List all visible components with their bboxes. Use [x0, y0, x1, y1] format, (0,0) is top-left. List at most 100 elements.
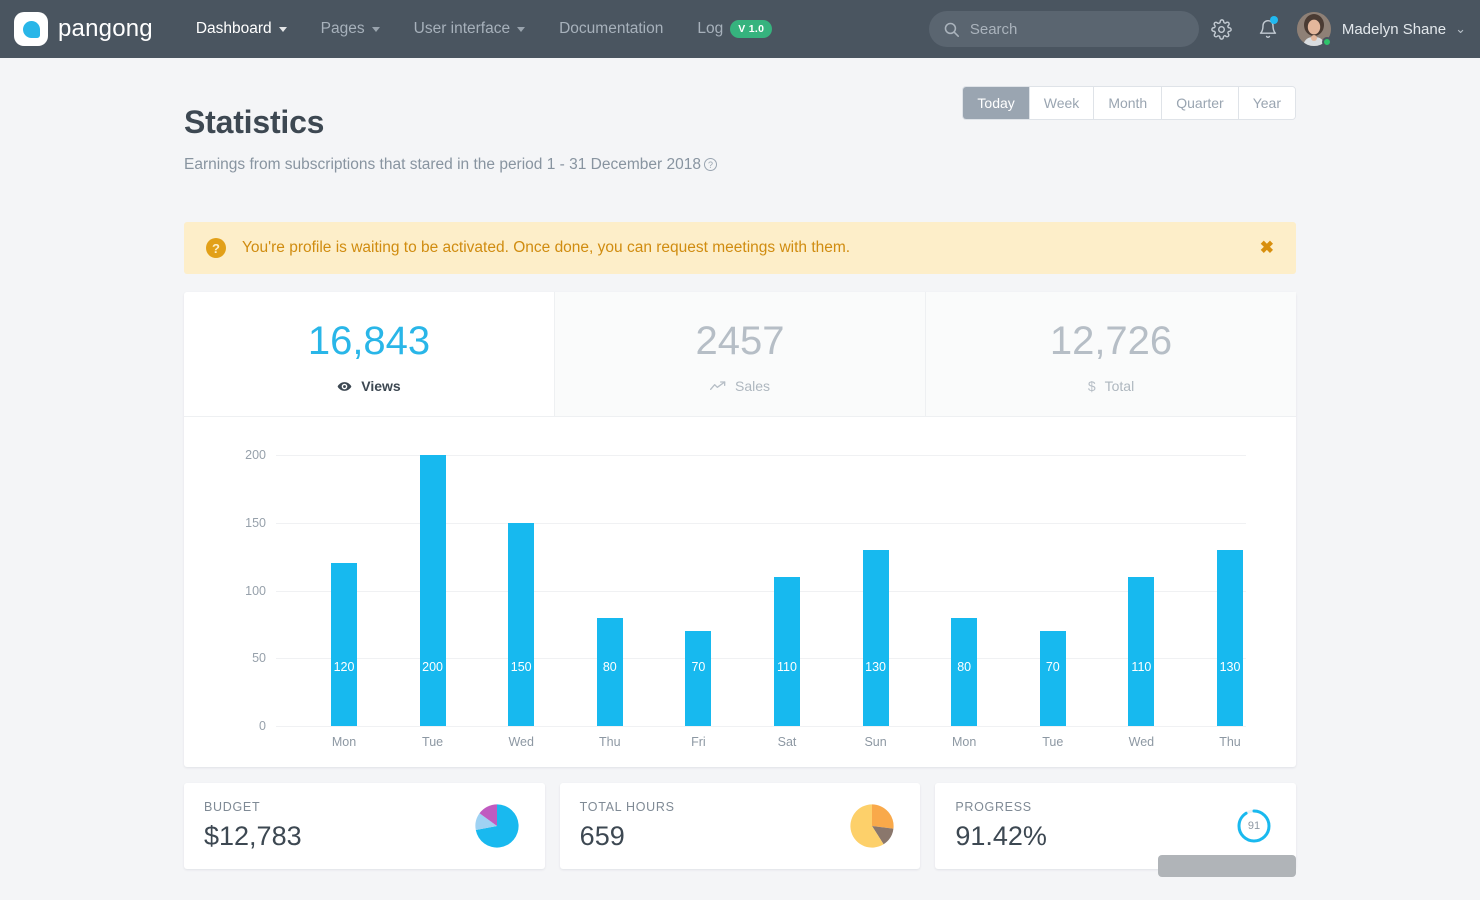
user-menu-chevron-icon[interactable]: ⌄ — [1455, 21, 1466, 37]
nav-item-pages[interactable]: Pages — [304, 0, 397, 58]
bar[interactable]: 80 — [951, 617, 978, 726]
nav-item-documentation[interactable]: Documentation — [542, 0, 680, 58]
summary-cards-row: BUDGET $12,783 TOTAL HOURS 659 PROGRESS … — [184, 783, 1297, 869]
x-axis-tick: Sun — [864, 735, 887, 749]
stats-summary-row: 16,843 Views 2457 Sales 12,726 $ Total — [184, 292, 1296, 417]
y-axis-tick: 50 — [252, 651, 266, 666]
period-week[interactable]: Week — [1029, 87, 1095, 119]
statistics-card: 16,843 Views 2457 Sales 12,726 $ Total 0… — [184, 292, 1296, 767]
search-icon — [944, 22, 959, 37]
bar-column[interactable]: 120 — [331, 563, 357, 726]
chevron-down-icon — [517, 26, 526, 32]
trending-up-icon — [709, 381, 726, 391]
period-quarter[interactable]: Quarter — [1162, 87, 1239, 119]
page-subtitle-text: Earnings from subscriptions that stared … — [184, 156, 701, 173]
logo-bubble-shape — [22, 20, 40, 38]
stat-total[interactable]: 12,726 $ Total — [925, 292, 1296, 416]
gear-icon — [1211, 18, 1233, 40]
stat-views[interactable]: 16,843 Views — [184, 292, 554, 416]
stat-label-text: Sales — [734, 378, 771, 394]
bar-column[interactable]: 70 — [685, 631, 712, 726]
pie-chart — [475, 804, 519, 848]
stat-label: Views — [184, 378, 554, 394]
progress-ring-value: 91 — [1247, 820, 1261, 832]
bar[interactable]: 200 — [419, 455, 446, 726]
settings-button[interactable] — [1199, 0, 1245, 58]
version-badge: V 1.0 — [730, 20, 773, 38]
y-axis-tick: 0 — [259, 719, 266, 733]
bar[interactable]: 110 — [774, 576, 800, 726]
chevron-down-icon — [371, 26, 380, 32]
stat-value: 12,726 — [1049, 319, 1173, 363]
bar-column[interactable]: 110 — [774, 576, 800, 726]
period-year[interactable]: Year — [1238, 87, 1295, 119]
x-axis-tick: Sat — [777, 735, 797, 749]
x-axis-tick: Fri — [691, 735, 706, 749]
total-hours-card[interactable]: TOTAL HOURS 659 — [559, 783, 921, 869]
card-label: BUDGET — [204, 800, 261, 814]
brand-name: pangong — [58, 15, 153, 42]
search-box[interactable] — [928, 11, 1199, 47]
pie-slice — [872, 804, 894, 829]
search-input[interactable] — [969, 20, 1170, 38]
bar-value-label: 150 — [510, 660, 532, 674]
pie-chart — [850, 804, 894, 848]
bar[interactable]: 130 — [1217, 549, 1243, 726]
avatar[interactable] — [1296, 12, 1332, 47]
bar[interactable]: 120 — [331, 563, 357, 726]
bar[interactable]: 80 — [596, 617, 623, 726]
card-label: PROGRESS — [955, 800, 1032, 814]
bar-column[interactable]: 80 — [951, 617, 978, 726]
bar-column[interactable]: 150 — [508, 522, 535, 726]
bar[interactable]: 150 — [508, 522, 535, 726]
card-value: 659 — [579, 821, 625, 851]
nav-item-user-interface[interactable]: User interface — [397, 0, 542, 58]
nav-item-label: Log — [697, 20, 724, 37]
question-mark-icon[interactable]: ? — [703, 158, 717, 171]
x-axis-tick: Mon — [952, 735, 977, 749]
period-month[interactable]: Month — [1094, 87, 1163, 119]
activation-alert: ? You're profile is waiting to be activa… — [184, 222, 1296, 274]
nav-item-dashboard[interactable]: Dashboard — [179, 0, 304, 58]
bar-value-label: 70 — [1045, 660, 1060, 674]
budget-card[interactable]: BUDGET $12,783 — [184, 783, 545, 869]
stat-value: 2457 — [695, 319, 785, 363]
y-axis-tick: 100 — [245, 583, 266, 598]
x-axis-tick: Tue — [422, 735, 444, 749]
bar-column[interactable]: 80 — [596, 617, 623, 726]
navbar-right-group: Madelyn Shane ⌄ — [928, 0, 1466, 58]
bar-value-label: 130 — [865, 660, 887, 674]
brand-logo[interactable]: pangong — [14, 12, 153, 46]
bar-value-label: 70 — [691, 660, 706, 674]
pangong-bubble-logo — [14, 12, 48, 46]
bar-column[interactable]: 130 — [862, 549, 889, 726]
bar[interactable]: 70 — [685, 631, 712, 726]
notifications-button[interactable] — [1245, 0, 1291, 58]
total-hours-text-group: TOTAL HOURS 659 — [580, 800, 675, 852]
bar[interactable]: 70 — [1039, 631, 1066, 726]
bar-column[interactable]: 200 — [419, 455, 446, 726]
x-axis-tick: Thu — [1219, 735, 1241, 749]
close-icon[interactable]: ✖ — [1260, 238, 1274, 258]
bar-value-label: 130 — [1219, 660, 1241, 674]
y-axis-tick: 150 — [245, 515, 266, 530]
grid-line — [276, 726, 1246, 727]
progress-text-group: PROGRESS 91.42% — [955, 800, 1047, 852]
x-axis-tick: Tue — [1042, 735, 1064, 749]
period-today[interactable]: Today — [963, 87, 1030, 119]
top-navbar: pangong Dashboard Pages User interface D… — [0, 0, 1480, 58]
stat-sales[interactable]: 2457 Sales — [554, 292, 925, 416]
bar-value-label: 200 — [422, 660, 444, 674]
bar-column[interactable]: 130 — [1217, 549, 1243, 726]
bar[interactable]: 110 — [1128, 576, 1155, 726]
nav-item-log[interactable]: Log V 1.0 — [680, 0, 789, 58]
footer-stub[interactable] — [1158, 855, 1296, 877]
bar-chart[interactable]: 0 50 100 150 200 120 200 150 80 70 110 130 80 70 110 13… — [234, 439, 1246, 749]
x-axis-tick: Wed — [508, 735, 534, 749]
page-subtitle: Earnings from subscriptions that stared … — [184, 156, 1296, 174]
bar-column[interactable]: 110 — [1128, 576, 1155, 726]
bar[interactable]: 130 — [862, 549, 889, 726]
bar-value-label: 80 — [957, 660, 972, 674]
bar-column[interactable]: 70 — [1039, 631, 1066, 726]
stat-label: $ Total — [926, 378, 1296, 394]
